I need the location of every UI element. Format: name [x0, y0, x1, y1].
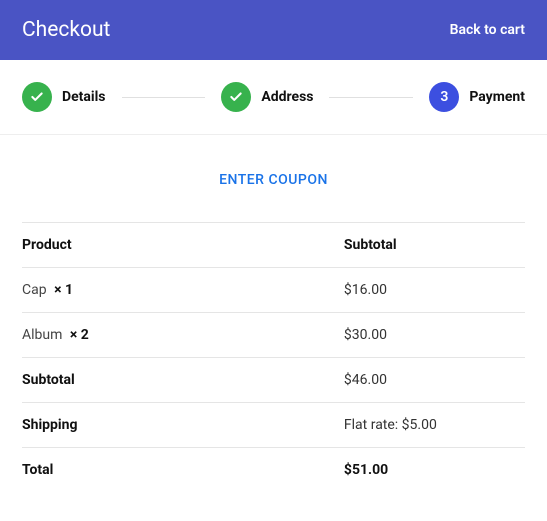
product-cell: Cap × 1 — [22, 268, 344, 313]
total-value: $51.00 — [344, 448, 525, 493]
product-qty: × 2 — [70, 327, 89, 343]
subtotal-row: Subtotal $46.00 — [22, 358, 525, 403]
step-divider — [122, 97, 206, 98]
page-title: Checkout — [22, 18, 110, 42]
step-details[interactable]: Details — [22, 82, 106, 112]
product-qty: × 1 — [54, 282, 73, 298]
table-row: Cap × 1 $16.00 — [22, 268, 525, 313]
shipping-label: Shipping — [22, 403, 344, 448]
product-subtotal: $16.00 — [344, 268, 525, 313]
step-number: 3 — [429, 82, 459, 112]
table-header-row: Product Subtotal — [22, 223, 525, 268]
step-label: Details — [62, 89, 106, 105]
total-row: Total $51.00 — [22, 448, 525, 493]
product-cell: Album × 2 — [22, 313, 344, 358]
step-divider — [329, 97, 413, 98]
subtotal-value: $46.00 — [344, 358, 525, 403]
checkout-header: Checkout Back to cart — [0, 0, 547, 60]
shipping-row: Shipping Flat rate: $5.00 — [22, 403, 525, 448]
col-subtotal: Subtotal — [344, 223, 525, 268]
subtotal-label: Subtotal — [22, 358, 344, 403]
coupon-section: ENTER COUPON — [0, 135, 547, 222]
check-icon — [22, 82, 52, 112]
enter-coupon-link[interactable]: ENTER COUPON — [219, 172, 328, 188]
back-to-cart-link[interactable]: Back to cart — [450, 22, 525, 38]
table-row: Album × 2 $30.00 — [22, 313, 525, 358]
product-name: Album — [22, 327, 62, 343]
step-address[interactable]: Address — [221, 82, 313, 112]
order-summary-table: Product Subtotal Cap × 1 $16.00 Album × … — [22, 222, 525, 492]
step-payment[interactable]: 3 Payment — [429, 82, 525, 112]
step-label: Payment — [469, 89, 525, 105]
product-name: Cap — [22, 282, 47, 298]
shipping-value: Flat rate: $5.00 — [344, 403, 525, 448]
total-label: Total — [22, 448, 344, 493]
check-icon — [221, 82, 251, 112]
step-label: Address — [261, 89, 313, 105]
checkout-stepper: Details Address 3 Payment — [0, 60, 547, 135]
product-subtotal: $30.00 — [344, 313, 525, 358]
col-product: Product — [22, 223, 344, 268]
